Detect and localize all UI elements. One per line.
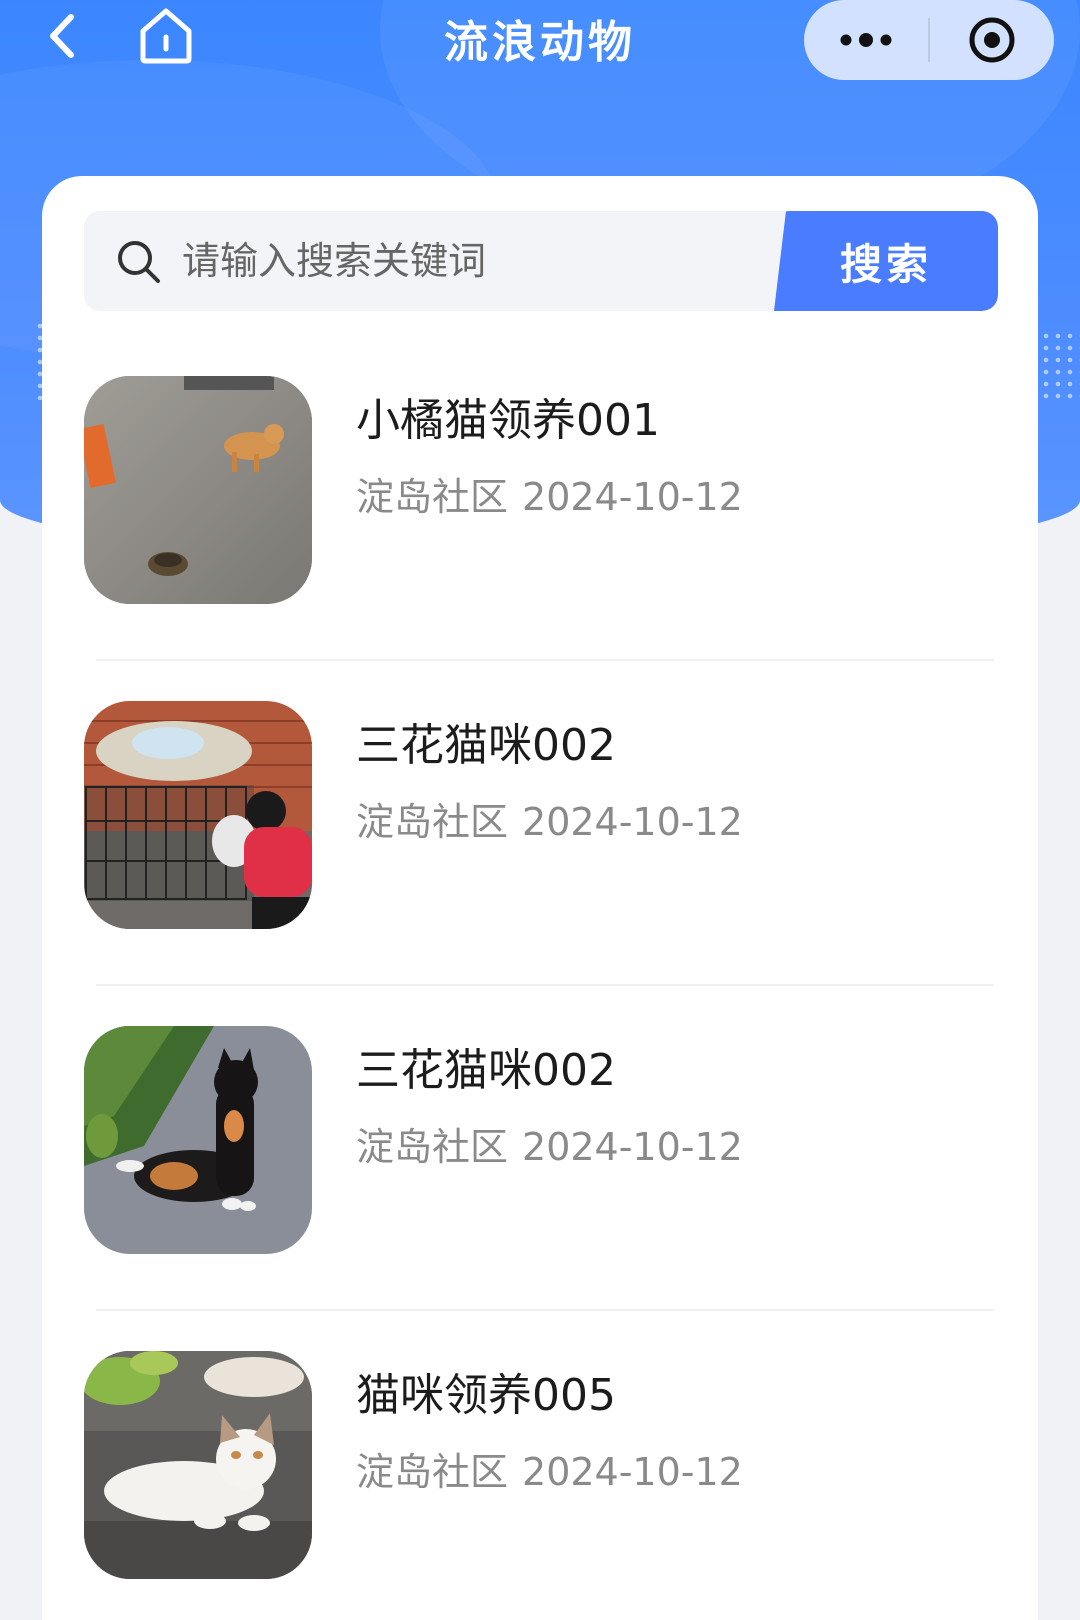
content-card: 搜索 (42, 176, 1038, 1620)
item-meta: 淀岛社区 2024-10-12 (356, 1116, 743, 1171)
item-date: 2024-10-12 (522, 475, 743, 519)
search-button[interactable]: 搜索 (774, 211, 998, 311)
item-date: 2024-10-12 (522, 1125, 743, 1169)
item-meta: 淀岛社区 2024-10-12 (356, 1441, 743, 1496)
list-item[interactable]: 三花猫咪002 淀岛社区 2024-10-12 (42, 986, 1038, 1311)
item-title: 小橘猫领养001 (356, 395, 660, 446)
orange-cat-photo (84, 376, 312, 604)
search-bar: 搜索 (84, 211, 998, 311)
search-input[interactable] (182, 211, 742, 311)
item-date: 2024-10-12 (522, 1450, 743, 1494)
item-community: 淀岛社区 (356, 1125, 509, 1169)
calico-cat-photo (84, 1026, 312, 1254)
cat-cage-photo (84, 701, 312, 929)
capsule-menu (804, 0, 1054, 80)
list-item[interactable]: 猫咪领养005 淀岛社区 2024-10-12 (42, 1311, 1038, 1620)
more-dots-icon (840, 33, 892, 47)
item-community: 淀岛社区 (356, 475, 509, 519)
list-item[interactable]: 三花猫咪002 淀岛社区 2024-10-12 (42, 661, 1038, 986)
navbar: 流浪动物 (0, 0, 1080, 80)
item-title: 三花猫咪002 (356, 1045, 616, 1096)
back-button[interactable] (40, 8, 84, 64)
chevron-left-icon (50, 14, 74, 58)
white-cat-photo (84, 1351, 312, 1579)
page-title: 流浪动物 (444, 17, 636, 68)
animal-list: 小橘猫领养001 淀岛社区 2024-10-12 三花猫咪002 淀岛社区 20… (42, 336, 1038, 1620)
search-icon (116, 239, 162, 285)
home-icon (140, 8, 192, 64)
item-community: 淀岛社区 (356, 1450, 509, 1494)
item-meta: 淀岛社区 2024-10-12 (356, 791, 743, 846)
more-button[interactable] (804, 0, 928, 80)
item-title: 三花猫咪002 (356, 720, 616, 771)
decor-dots-right (1040, 330, 1080, 400)
item-title: 猫咪领养005 (356, 1370, 616, 1421)
record-target-icon (969, 17, 1015, 63)
home-button[interactable] (134, 4, 198, 68)
item-meta: 淀岛社区 2024-10-12 (356, 466, 743, 521)
item-date: 2024-10-12 (522, 800, 743, 844)
item-community: 淀岛社区 (356, 800, 509, 844)
close-miniapp-button[interactable] (930, 0, 1054, 80)
list-item[interactable]: 小橘猫领养001 淀岛社区 2024-10-12 (42, 336, 1038, 661)
